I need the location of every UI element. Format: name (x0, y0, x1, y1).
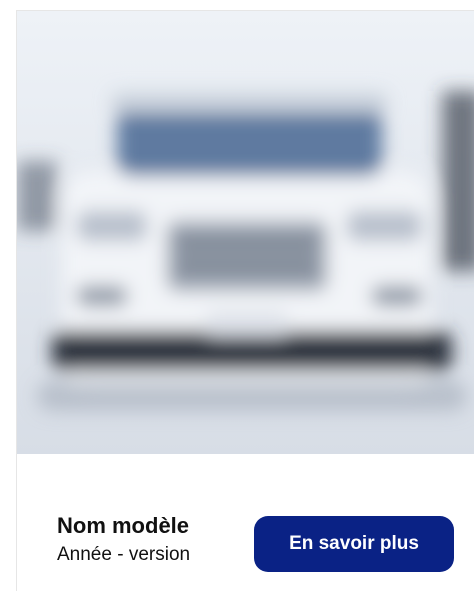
vehicle-image (17, 11, 474, 454)
model-name: Nom modèle (57, 513, 190, 538)
learn-more-button[interactable]: En savoir plus (254, 516, 454, 572)
model-year-version: Année - version (57, 544, 191, 565)
card-info: Nom modèle Année - version En savoir plu… (17, 454, 474, 591)
vehicle-card: Nom modèle Année - version En savoir plu… (16, 10, 474, 591)
vehicle-photo (17, 11, 474, 454)
